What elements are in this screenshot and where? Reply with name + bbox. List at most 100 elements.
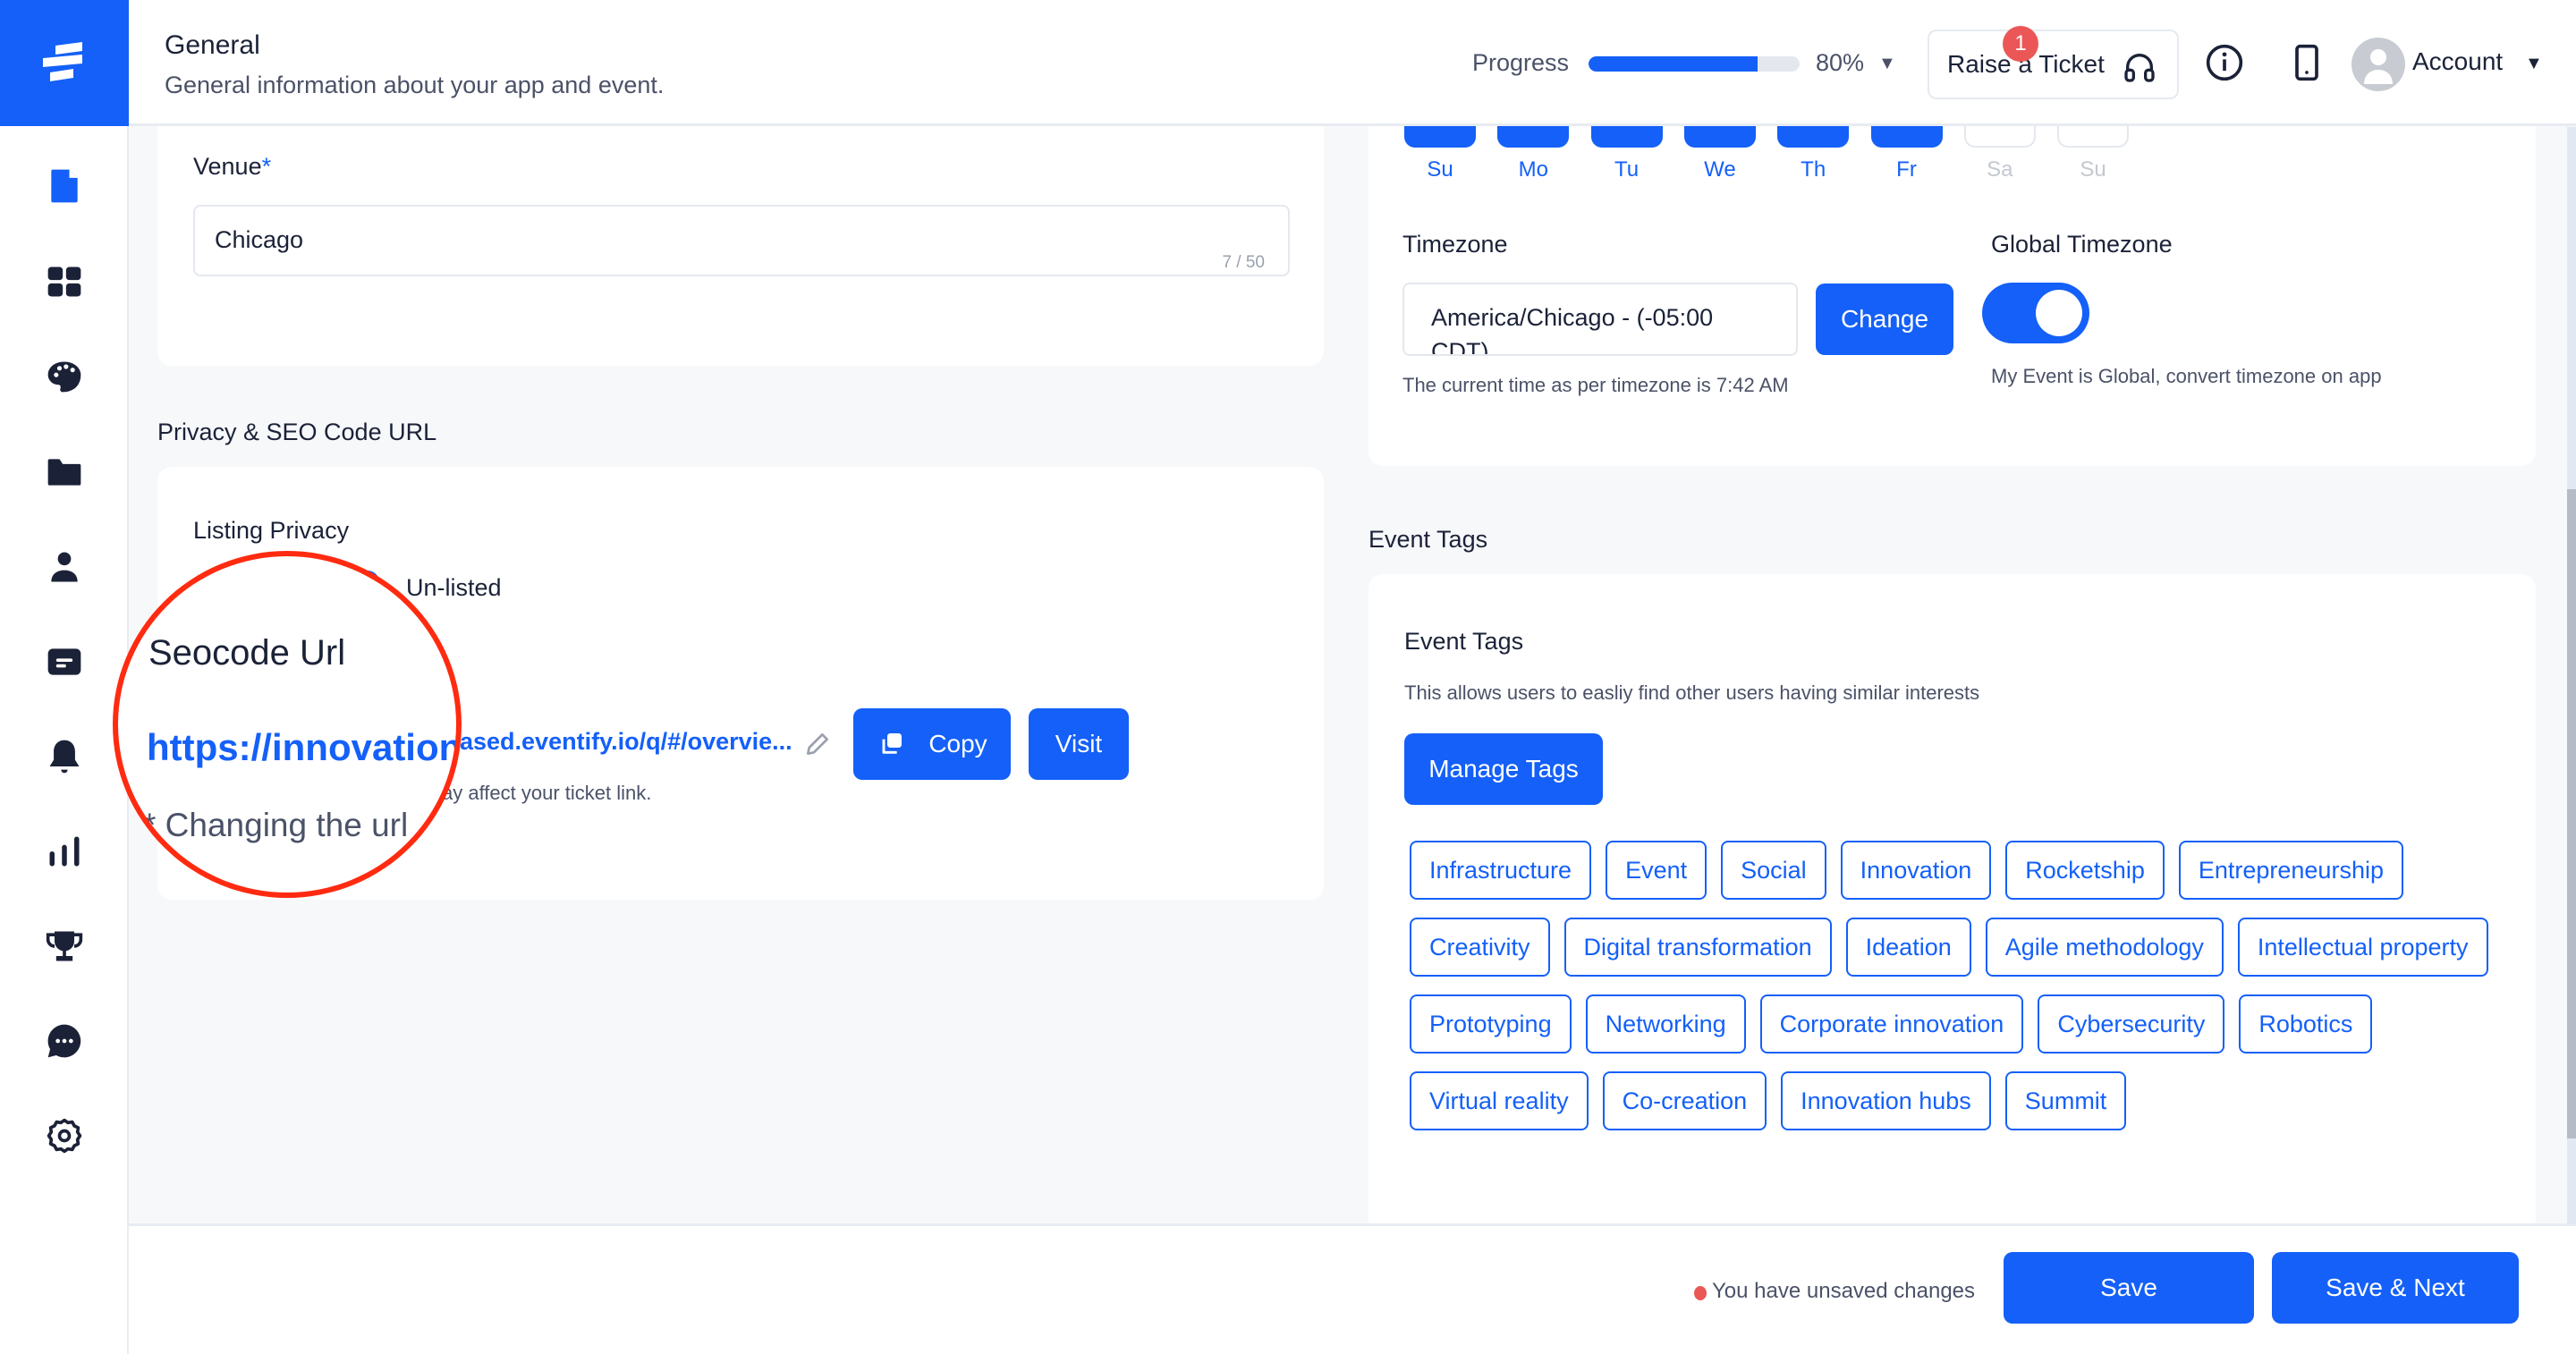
day-checkbox[interactable] [1683, 126, 1756, 148]
copy-icon [882, 733, 902, 754]
card-icon [47, 648, 81, 675]
tag-chip[interactable]: Agile methodology [1985, 918, 2224, 977]
grid-icon [47, 267, 81, 297]
listing-privacy-label: Listing Privacy [193, 517, 350, 544]
venue-card: Venue* Chicago 7 / 50 [157, 126, 1324, 366]
save-and-next-button[interactable]: Save & Next [2272, 1252, 2519, 1324]
day-label: Tu [1614, 157, 1640, 182]
unlisted-radio[interactable] [356, 571, 379, 594]
sidebar-item-chat[interactable] [0, 1005, 129, 1077]
timezone-input[interactable]: America/Chicago - (-05:00 CDT) [1402, 283, 1798, 356]
page-title: General [165, 30, 260, 60]
sidebar-item-people[interactable] [0, 531, 129, 603]
scrollbar[interactable] [2567, 127, 2576, 1223]
tag-chip[interactable]: Innovation hubs [1781, 1071, 1991, 1130]
tag-chip[interactable]: Prototyping [1410, 994, 1572, 1054]
unsaved-indicator-icon [1694, 1286, 1707, 1300]
sidebar-item-dashboard[interactable] [0, 246, 129, 317]
day-checkbox[interactable] [1963, 126, 2036, 148]
sidebar-item-settings[interactable] [0, 1100, 129, 1172]
edit-pencil-icon[interactable] [803, 730, 832, 758]
info-button[interactable] [2203, 41, 2246, 84]
mobile-preview-button[interactable] [2285, 41, 2328, 84]
tag-chip[interactable]: Event [1606, 841, 1707, 900]
day-label: Sa [1987, 157, 2013, 182]
day-checkbox[interactable] [1777, 126, 1850, 148]
info-icon [2206, 44, 2243, 81]
day-checkbox[interactable] [2057, 126, 2130, 148]
avatar[interactable] [2351, 38, 2405, 91]
tag-chip[interactable]: Social [1721, 841, 1826, 900]
folder-icon [47, 459, 81, 486]
trophy-icon [46, 931, 83, 961]
tag-chip[interactable]: Rocketship [2005, 841, 2165, 900]
page-subtitle: General information about your app and e… [165, 72, 665, 98]
sidebar-item-design[interactable] [0, 341, 129, 412]
unlisted-option-label[interactable]: Un-listed [406, 574, 502, 602]
progress-dropdown-caret-icon[interactable]: ▼ [1878, 54, 1896, 74]
day-label: Th [1801, 157, 1826, 182]
sidebar-item-sessions[interactable] [0, 626, 129, 698]
tag-chip[interactable]: Creativity [1410, 918, 1550, 977]
manage-tags-button[interactable]: Manage Tags [1404, 733, 1603, 805]
gear-icon [47, 1118, 82, 1154]
app-logo[interactable] [0, 0, 129, 126]
tag-chip[interactable]: Corporate innovation [1759, 994, 2024, 1054]
venue-value: Chicago [215, 226, 304, 253]
tag-chip[interactable]: Infrastructure [1410, 841, 1592, 900]
sidebar-item-notifications[interactable] [0, 721, 129, 792]
visit-url-button[interactable]: Visit [1029, 708, 1129, 780]
day-label: Su [1427, 157, 1453, 182]
change-timezone-button[interactable]: Change [1816, 283, 1953, 355]
global-timezone-hint: My Event is Global, convert timezone on … [1991, 365, 2382, 387]
day-label: Su [2080, 157, 2106, 182]
account-menu[interactable]: Account [2412, 47, 2503, 76]
tag-chip[interactable]: Co-creation [1602, 1071, 1767, 1130]
tag-chip[interactable]: Summit [2004, 1071, 2127, 1130]
sidebar-item-analytics[interactable] [0, 816, 129, 887]
raise-ticket-button[interactable]: Raise a Ticket [1928, 30, 2179, 99]
tag-chip[interactable]: Networking [1585, 994, 1746, 1054]
document-icon [51, 169, 78, 203]
tag-chip[interactable]: Innovation [1840, 841, 1992, 900]
sidebar-item-leaderboard[interactable] [0, 910, 129, 982]
day-label: We [1704, 157, 1736, 182]
bar-chart-icon [49, 836, 80, 867]
day-checkbox[interactable] [1497, 126, 1570, 148]
venue-input[interactable]: Chicago 7 / 50 [193, 205, 1290, 276]
toggle-knob [2036, 290, 2082, 336]
sidebar-item-files[interactable] [0, 436, 129, 508]
tags-list: Infrastructure Event Social Innovation Rocke… [1410, 841, 2519, 1130]
tag-chip[interactable]: Intellectual property [2237, 918, 2488, 977]
account-caret-icon[interactable]: ▼ [2525, 54, 2543, 74]
logo-icon [43, 41, 82, 81]
event-tags-card-title: Event Tags [1404, 628, 1524, 655]
top-header: General General information about your a… [129, 0, 2576, 126]
venue-char-counter: 7 / 50 [1222, 253, 1265, 272]
tag-chip[interactable]: Virtual reality [1410, 1071, 1589, 1130]
seocode-url-hint: ay affect your ticket link. [442, 782, 652, 804]
unsaved-changes-text: You have unsaved changes [1712, 1279, 1976, 1303]
seocode-url-link[interactable]: ased.eventify.io/q/#/overvie... [460, 728, 792, 756]
progress-fill [1589, 56, 1758, 72]
day-checkbox[interactable] [1404, 126, 1476, 148]
progress-bar [1589, 56, 1800, 72]
sidebar-item-document[interactable] [0, 150, 129, 222]
tag-chip[interactable]: Cybersecurity [2038, 994, 2225, 1054]
tag-chip[interactable]: Ideation [1845, 918, 1971, 977]
ticket-notification-badge: 1 [2003, 26, 2038, 62]
save-button[interactable]: Save [2004, 1252, 2254, 1324]
copy-url-button[interactable]: Copy [853, 708, 1011, 780]
mobile-icon [2295, 44, 2318, 81]
scrollbar-thumb[interactable] [2567, 489, 2576, 1138]
tag-chip[interactable]: Entrepreneurship [2178, 841, 2403, 900]
chat-icon [47, 1024, 81, 1058]
day-checkbox[interactable] [1590, 126, 1663, 148]
tag-chip[interactable]: Digital transformation [1563, 918, 1832, 977]
global-timezone-toggle[interactable] [1982, 283, 2089, 343]
venue-label: Venue* [193, 153, 272, 180]
day-checkbox[interactable] [1870, 126, 1943, 148]
tag-chip[interactable]: Robotics [2239, 994, 2373, 1054]
privacy-section-title: Privacy & SEO Code URL [157, 419, 437, 445]
sidebar [0, 0, 129, 1354]
